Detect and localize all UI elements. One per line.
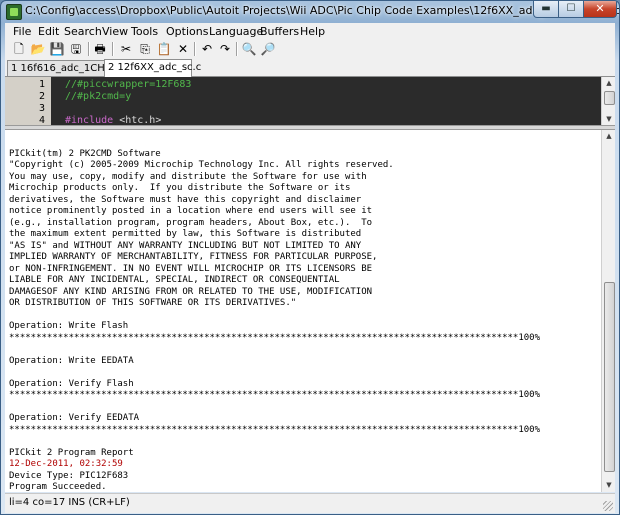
- save-icon[interactable]: 💾: [49, 41, 65, 57]
- output-line: (e.g., installation program, program hea…: [9, 217, 373, 228]
- status-bar: li=4 co=17 INS (CR+LF): [5, 493, 615, 513]
- output-line: or NON-INFRINGEMENT. IN NO EVENT WILL MI…: [9, 263, 373, 274]
- line-number-gutter: 1 2 3 4: [5, 77, 51, 125]
- toolbar-separator: [88, 42, 90, 56]
- buffer-tabs: 1 16f616_adc_1CH.c 2 12f6XX_adc_sc.c: [5, 59, 615, 77]
- output-pane[interactable]: PICkit(tm) 2 PK2CMD Software "Copyright (…: [5, 130, 615, 492]
- status-text: li=4 co=17 INS (CR+LF): [9, 497, 130, 508]
- line-number: 1: [38, 79, 45, 90]
- paste-icon[interactable]: 📋: [156, 41, 172, 57]
- menu-help[interactable]: Help: [300, 25, 325, 38]
- output-line: the maximum extent permitted by law, thi…: [9, 229, 362, 239]
- delete-icon[interactable]: ✕: [175, 41, 191, 57]
- open-folder-icon[interactable]: 📂: [30, 41, 46, 57]
- include-target: <htc.h>: [113, 115, 162, 125]
- toolbar-separator: [112, 42, 114, 56]
- line-number: 4: [38, 115, 45, 125]
- code-line[interactable]: //#pk2cmd=y: [65, 91, 131, 102]
- line-number: 2: [38, 91, 45, 102]
- output-line: Operation: Verify Flash: [9, 378, 134, 389]
- output-line: OR DISTRIBUTION OF THIS SOFTWARE OR ITS …: [9, 298, 297, 308]
- output-scroll-thumb[interactable]: [604, 282, 615, 472]
- output-line: PICkit 2 Program Report: [9, 447, 134, 458]
- copy-icon[interactable]: ⎘: [137, 41, 153, 57]
- save-all-icon[interactable]: 🖫: [68, 41, 84, 57]
- output-line: Operation: Verify EEDATA: [9, 413, 140, 423]
- toolbar-separator: [236, 42, 238, 56]
- new-file-icon[interactable]: 🗋: [11, 41, 27, 57]
- output-line: Device Type: PIC12F683: [9, 470, 129, 481]
- tab-12f6xx-adc[interactable]: 2 12f6XX_adc_sc.c: [104, 59, 201, 77]
- print-icon[interactable]: 🖶: [92, 41, 108, 57]
- output-line: Operation: Write Flash: [9, 321, 129, 331]
- scroll-down-icon[interactable]: ▼: [602, 113, 615, 125]
- menu-buffers[interactable]: Buffers: [260, 25, 299, 38]
- app-window: C:\Config\access\Dropbox\Public\Autoit P…: [0, 0, 620, 515]
- menu-bar: File Edit Search View Tools Options Lang…: [5, 23, 615, 40]
- output-line: Microchip products only. If you distribu…: [9, 183, 351, 193]
- toolbar-separator: [194, 42, 196, 56]
- menu-edit[interactable]: Edit: [38, 25, 59, 38]
- output-text: PICkit(tm) 2 PK2CMD Software "Copyright (…: [9, 137, 541, 493]
- editor-scroll-thumb[interactable]: [604, 91, 615, 105]
- preprocessor-keyword: #include: [65, 115, 114, 125]
- menu-view[interactable]: View: [102, 25, 128, 38]
- close-button[interactable]: ✕: [583, 1, 617, 18]
- output-line: DAMAGESOF ANY KIND ARISING FROM OR RELAT…: [9, 286, 373, 297]
- output-line: Operation: Write EEDATA: [9, 355, 134, 366]
- menu-tools[interactable]: Tools: [131, 25, 158, 38]
- editor-scrollbar[interactable]: ▲ ▼: [601, 77, 615, 125]
- line-number: 3: [38, 103, 45, 114]
- resize-grip-icon[interactable]: [603, 501, 613, 511]
- window-title: C:\Config\access\Dropbox\Public\Autoit P…: [25, 4, 620, 17]
- output-line: "Copyright (c) 2005-2009 Microchip Techn…: [9, 160, 394, 170]
- output-line: ****************************************…: [9, 390, 541, 400]
- code-editor[interactable]: 1 2 3 4 //#piccwrapper=12F683 //#pk2cmd=…: [5, 77, 615, 125]
- menu-options[interactable]: Options: [166, 25, 208, 38]
- output-line: You may use, copy, modify and distribute…: [9, 171, 367, 182]
- output-line: PICkit(tm) 2 PK2CMD Software: [9, 148, 161, 159]
- output-line: derivatives, the Software must have this…: [9, 194, 362, 205]
- output-line: notice prominently posted in a location …: [9, 206, 373, 216]
- tab-16f616-adc[interactable]: 1 16f616_adc_1CH.c: [7, 60, 113, 76]
- output-scrollbar[interactable]: ▲ ▼: [601, 130, 615, 492]
- title-bar[interactable]: C:\Config\access\Dropbox\Public\Autoit P…: [1, 1, 619, 21]
- find-icon[interactable]: 🔍: [241, 41, 257, 57]
- code-line[interactable]: #include <htc.h>: [65, 115, 161, 125]
- scroll-down-icon[interactable]: ▼: [602, 479, 615, 491]
- scroll-up-icon[interactable]: ▲: [602, 77, 615, 89]
- output-line: "AS IS" and WITHOUT ANY WARRANTY INCLUDI…: [9, 240, 362, 251]
- output-line: LIABLE FOR ANY INCIDENTAL, SPECIAL, INDI…: [9, 275, 340, 285]
- menu-file[interactable]: File: [13, 25, 31, 38]
- output-line: Program Succeeded.: [9, 482, 107, 492]
- output-line: IMPLIED WARRANTY OF MERCHANTABILITY, FIT…: [9, 252, 378, 262]
- app-icon[interactable]: [6, 4, 22, 20]
- cut-icon[interactable]: ✂: [118, 41, 134, 57]
- output-line: ****************************************…: [9, 332, 541, 343]
- scroll-up-icon[interactable]: ▲: [602, 130, 615, 142]
- output-line: ****************************************…: [9, 424, 541, 435]
- toolbar: 🗋 📂 💾 🖫 🖶 ✂ ⎘ 📋 ✕ ↶ ↷ 🔍 🔎: [5, 40, 615, 59]
- minimize-button[interactable]: ▬: [533, 1, 559, 18]
- output-line: 12-Dec-2011, 02:32:59: [9, 459, 123, 469]
- undo-icon[interactable]: ↶: [199, 41, 215, 57]
- code-line[interactable]: //#piccwrapper=12F683: [65, 79, 191, 90]
- menu-search[interactable]: Search: [64, 25, 102, 38]
- redo-icon[interactable]: ↷: [217, 41, 233, 57]
- menu-language[interactable]: Language: [209, 25, 263, 38]
- maximize-button[interactable]: ☐: [558, 1, 584, 18]
- replace-icon[interactable]: 🔎: [260, 41, 276, 57]
